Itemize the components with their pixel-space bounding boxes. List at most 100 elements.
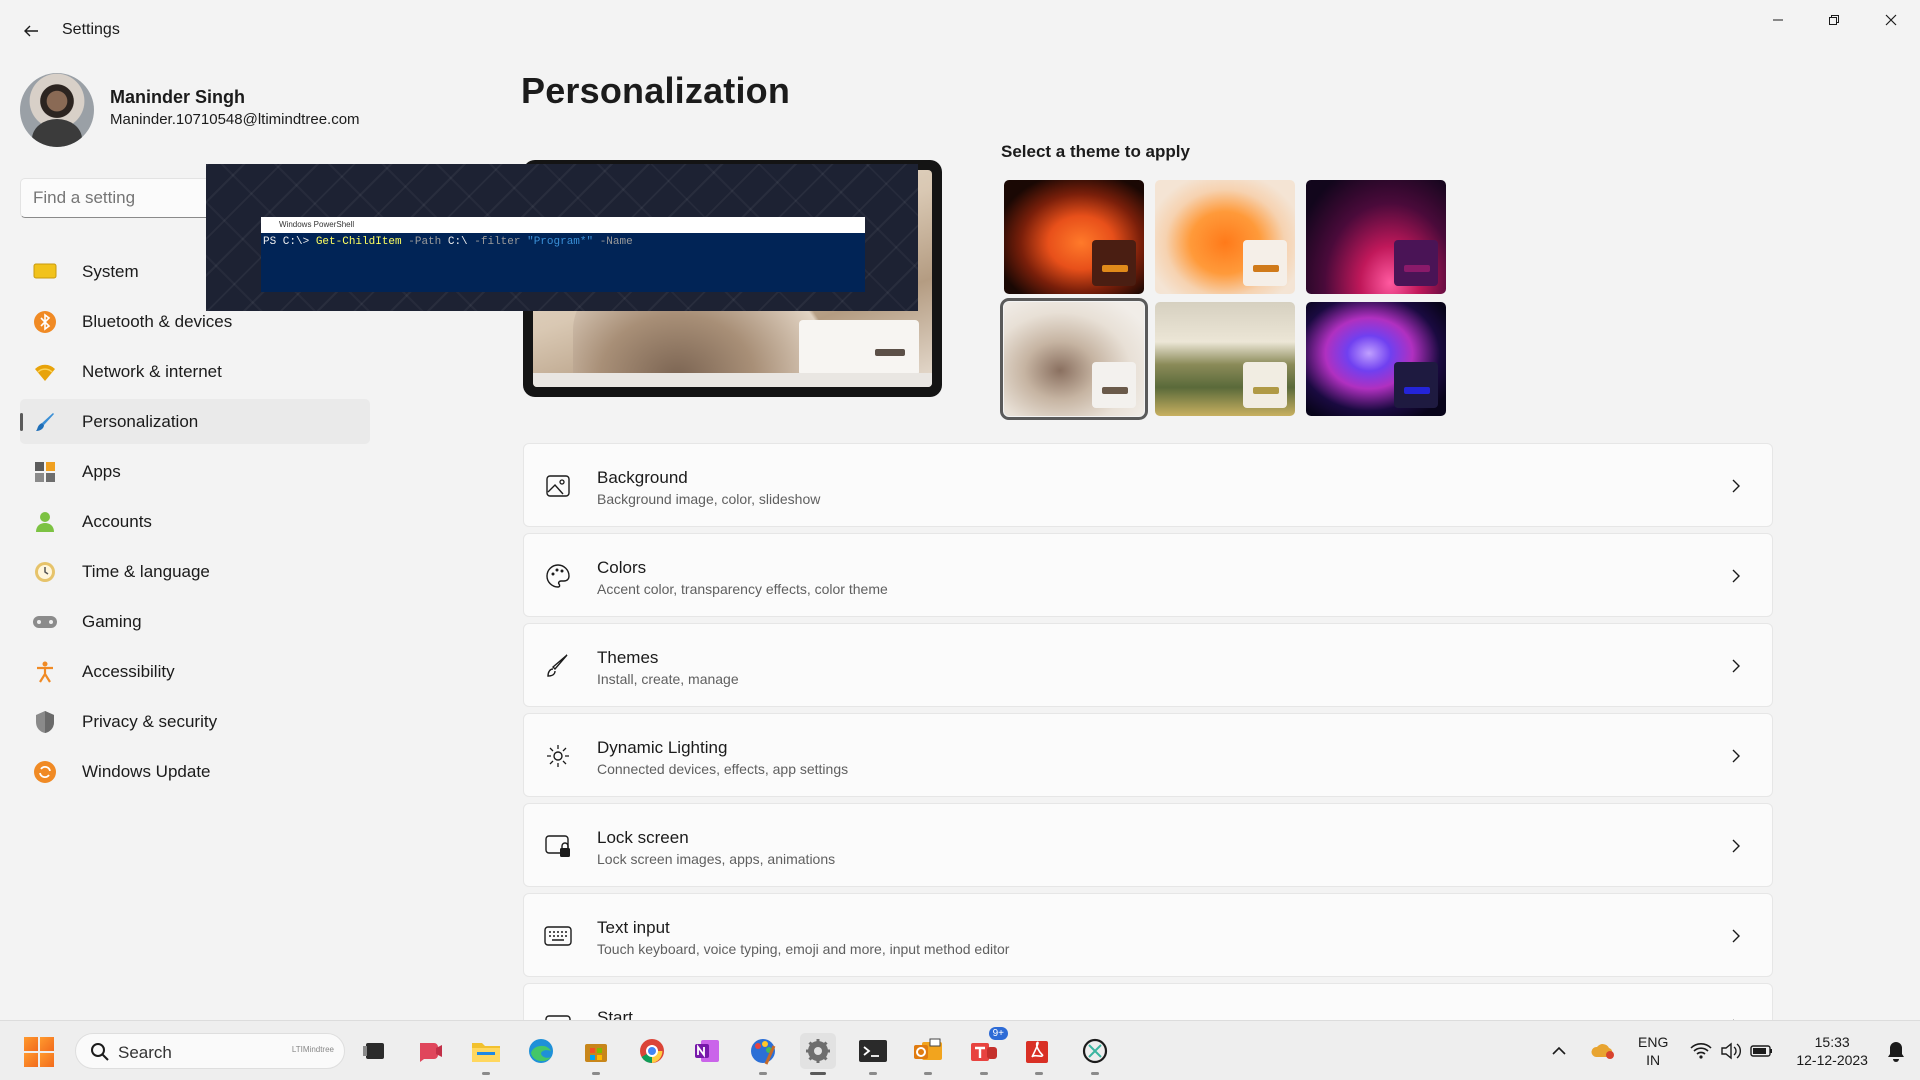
region-code: IN xyxy=(1646,1052,1661,1068)
notification-bell-icon[interactable] xyxy=(1886,1040,1906,1062)
sidebar-item-time-language[interactable]: Time & language xyxy=(20,549,370,594)
task-view-button[interactable] xyxy=(357,1033,393,1069)
palette-icon xyxy=(544,562,572,590)
card-colors[interactable]: Colors Accent color, transparency effect… xyxy=(523,533,1773,617)
card-background[interactable]: Background Background image, color, slid… xyxy=(523,443,1773,527)
apps-icon xyxy=(32,459,58,485)
sidebar-item-personalization[interactable]: Personalization xyxy=(20,399,370,444)
card-text-input[interactable]: Text input Touch keyboard, voice typing,… xyxy=(523,893,1773,977)
chevron-up-icon[interactable] xyxy=(1550,1042,1568,1060)
restore-button[interactable] xyxy=(1809,0,1859,40)
back-button[interactable] xyxy=(14,14,48,48)
settings-taskbar-button[interactable] xyxy=(800,1033,836,1075)
theme-accent-bar xyxy=(1404,387,1430,394)
avatar[interactable] xyxy=(20,73,94,147)
battery-icon[interactable] xyxy=(1750,1043,1774,1059)
terminal-icon xyxy=(859,1040,887,1062)
theme-tile-dark-bloom[interactable] xyxy=(1004,180,1144,294)
paint-button[interactable] xyxy=(745,1033,781,1075)
volume-icon[interactable] xyxy=(1720,1042,1742,1060)
wifi-status-icon[interactable] xyxy=(1690,1042,1712,1060)
user-email: Maninder.10710548@ltimindtree.com xyxy=(110,111,360,128)
card-title: Themes xyxy=(597,648,659,667)
language-indicator[interactable]: ENG IN xyxy=(1638,1033,1668,1069)
teams-button[interactable] xyxy=(412,1033,448,1069)
ltimindtree-logo: LTIMindtree xyxy=(291,1045,334,1054)
close-button[interactable] xyxy=(1866,0,1916,40)
theme-tile-light-bloom[interactable] xyxy=(1155,180,1295,294)
file-explorer-button[interactable] xyxy=(468,1033,504,1075)
task-view-icon xyxy=(363,1043,384,1059)
wifi-icon xyxy=(32,359,58,385)
snipping-tool-icon xyxy=(1082,1038,1108,1064)
start-button[interactable] xyxy=(24,1037,54,1067)
sidebar-nav: System Bluetooth & devices Network & int… xyxy=(20,249,370,799)
paint-icon xyxy=(751,1039,776,1065)
onenote-button[interactable] xyxy=(689,1033,725,1069)
sidebar-item-privacy[interactable]: Privacy & security xyxy=(20,699,370,744)
clock-globe-icon xyxy=(32,559,58,585)
card-subtitle: Connected devices, effects, app settings xyxy=(597,761,849,777)
store-button[interactable] xyxy=(578,1033,614,1075)
powershell-overlay-image: Windows PowerShell PS C:\> Get-ChildItem… xyxy=(206,164,918,311)
card-subtitle: Background image, color, slideshow xyxy=(597,491,821,507)
teams-new-icon xyxy=(971,1043,997,1061)
theme-tile-sunrise[interactable] xyxy=(1155,302,1295,416)
theme-accent-bar xyxy=(1102,265,1128,272)
card-dynamic-lighting[interactable]: Dynamic Lighting Connected devices, effe… xyxy=(523,713,1773,797)
folder-icon xyxy=(472,1043,500,1062)
chrome-icon xyxy=(640,1039,664,1063)
card-themes[interactable]: Themes Install, create, manage xyxy=(523,623,1773,707)
sidebar-item-network[interactable]: Network & internet xyxy=(20,349,370,394)
snipping-tool-button[interactable] xyxy=(1077,1033,1113,1075)
sidebar-item-label: Gaming xyxy=(82,611,142,631)
theme-accent-bar xyxy=(1253,265,1279,272)
gear-icon xyxy=(806,1039,830,1063)
back-arrow-icon xyxy=(24,25,38,37)
clock[interactable]: 15:33 12-12-2023 xyxy=(1796,1033,1868,1069)
chrome-button[interactable] xyxy=(634,1033,670,1069)
card-subtitle: Touch keyboard, voice typing, emoji and … xyxy=(597,941,1010,957)
sidebar-item-windows-update[interactable]: Windows Update xyxy=(20,749,370,794)
card-subtitle: Install, create, manage xyxy=(597,671,739,687)
theme-grid xyxy=(1000,180,1446,420)
sidebar-item-gaming[interactable]: Gaming xyxy=(20,599,370,644)
page-title: Personalization xyxy=(521,70,791,111)
sidebar-item-accounts[interactable]: Accounts xyxy=(20,499,370,544)
sidebar-item-apps[interactable]: Apps xyxy=(20,449,370,494)
minimize-button[interactable] xyxy=(1753,0,1803,40)
settings-list: Background Background image, color, slid… xyxy=(523,443,1773,1073)
theme-tile-glow[interactable] xyxy=(1306,180,1446,294)
teams-new-button[interactable]: 9+ xyxy=(966,1027,1008,1075)
outlook-button[interactable] xyxy=(910,1033,946,1075)
acrobat-button[interactable] xyxy=(1021,1033,1057,1075)
card-subtitle: Accent color, transparency effects, colo… xyxy=(597,581,888,597)
taskbar-search[interactable]: Search LTIMindtree xyxy=(75,1033,345,1069)
powershell-title: Windows PowerShell xyxy=(261,217,865,233)
minimize-icon xyxy=(1773,19,1783,21)
theme-tile-captured-motion[interactable] xyxy=(1000,298,1148,420)
powershell-command-line: PS C:\> Get-ChildItem -Path C:\ -filter … xyxy=(263,236,633,248)
update-icon xyxy=(32,759,58,785)
chevron-right-icon xyxy=(1732,929,1740,943)
sidebar-item-label: Accounts xyxy=(82,511,152,531)
sidebar-item-label: System xyxy=(82,261,139,281)
restore-icon xyxy=(1829,15,1839,25)
onenote-icon xyxy=(695,1040,719,1062)
theme-heading: Select a theme to apply xyxy=(1001,142,1190,161)
edge-button[interactable] xyxy=(523,1033,559,1069)
chevron-right-icon xyxy=(1732,839,1740,853)
theme-tile-flow[interactable] xyxy=(1306,302,1446,416)
store-icon xyxy=(585,1044,607,1062)
card-title: Lock screen xyxy=(597,828,689,847)
sidebar-item-accessibility[interactable]: Accessibility xyxy=(20,649,370,694)
card-lock-screen[interactable]: Lock screen Lock screen images, apps, an… xyxy=(523,803,1773,887)
sidebar-item-label: Network & internet xyxy=(82,361,222,381)
card-title: Background xyxy=(597,468,688,487)
accessibility-icon xyxy=(32,659,58,685)
onedrive-icon[interactable] xyxy=(1590,1041,1616,1061)
theme-accent-bar xyxy=(1102,387,1128,394)
terminal-button[interactable] xyxy=(855,1033,891,1075)
chevron-right-icon xyxy=(1732,659,1740,673)
chevron-right-icon xyxy=(1732,569,1740,583)
